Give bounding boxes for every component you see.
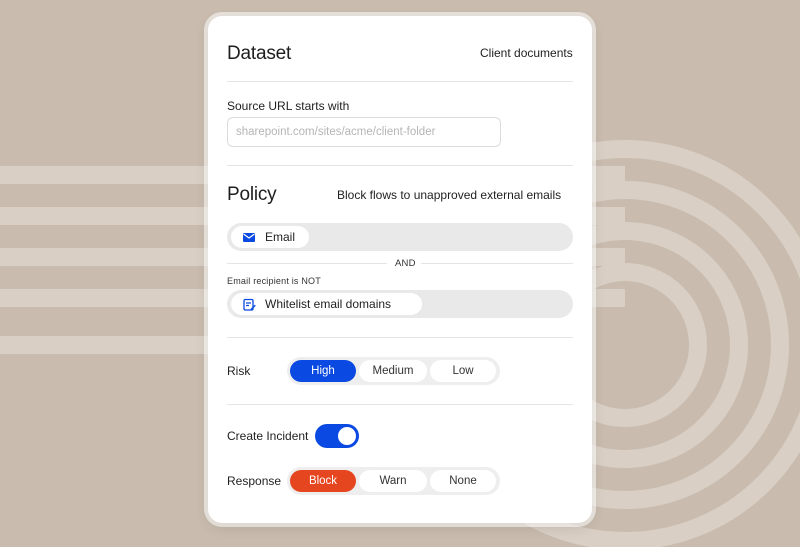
divider — [227, 165, 573, 166]
dataset-name: Client documents — [480, 46, 573, 60]
response-option-none[interactable]: None — [430, 470, 496, 492]
divider — [227, 337, 573, 338]
whitelist-domains-label: Whitelist email domains — [265, 297, 392, 311]
create-incident-label: Create Incident — [227, 429, 309, 443]
toggle-knob — [338, 427, 356, 445]
policy-card: Dataset Client documents Source URL star… — [208, 16, 592, 523]
risk-option-high[interactable]: High — [290, 360, 356, 382]
policy-description: Block flows to unapproved external email… — [337, 188, 562, 202]
response-option-warn[interactable]: Warn — [359, 470, 427, 492]
divider — [227, 81, 573, 82]
create-incident-toggle[interactable] — [315, 424, 359, 448]
whitelist-domains-chip[interactable]: Whitelist email domains — [231, 293, 422, 315]
email-chip-label: Email — [264, 230, 295, 244]
response-label: Response — [227, 474, 282, 488]
clipboard-edit-icon — [241, 296, 257, 312]
policy-title: Policy — [227, 184, 277, 205]
response-selector: Block Warn None — [287, 467, 500, 495]
risk-label: Risk — [227, 364, 251, 378]
risk-option-low[interactable]: Low — [430, 360, 496, 382]
and-connector: AND — [395, 258, 416, 269]
divider — [227, 404, 573, 405]
source-url-input[interactable] — [227, 117, 501, 147]
envelope-icon — [241, 229, 257, 245]
recipient-condition-row[interactable]: Whitelist email domains — [227, 290, 573, 318]
divider — [227, 263, 387, 264]
response-option-block[interactable]: Block — [290, 470, 356, 492]
risk-option-medium[interactable]: Medium — [359, 360, 427, 382]
channel-condition-row[interactable]: Email — [227, 223, 573, 251]
source-url-label: Source URL starts with — [227, 99, 350, 113]
risk-selector: High Medium Low — [287, 357, 500, 385]
divider — [421, 263, 573, 264]
dataset-title: Dataset — [227, 43, 292, 64]
email-chip[interactable]: Email — [231, 226, 309, 248]
condition-label: Email recipient is NOT — [227, 276, 321, 286]
